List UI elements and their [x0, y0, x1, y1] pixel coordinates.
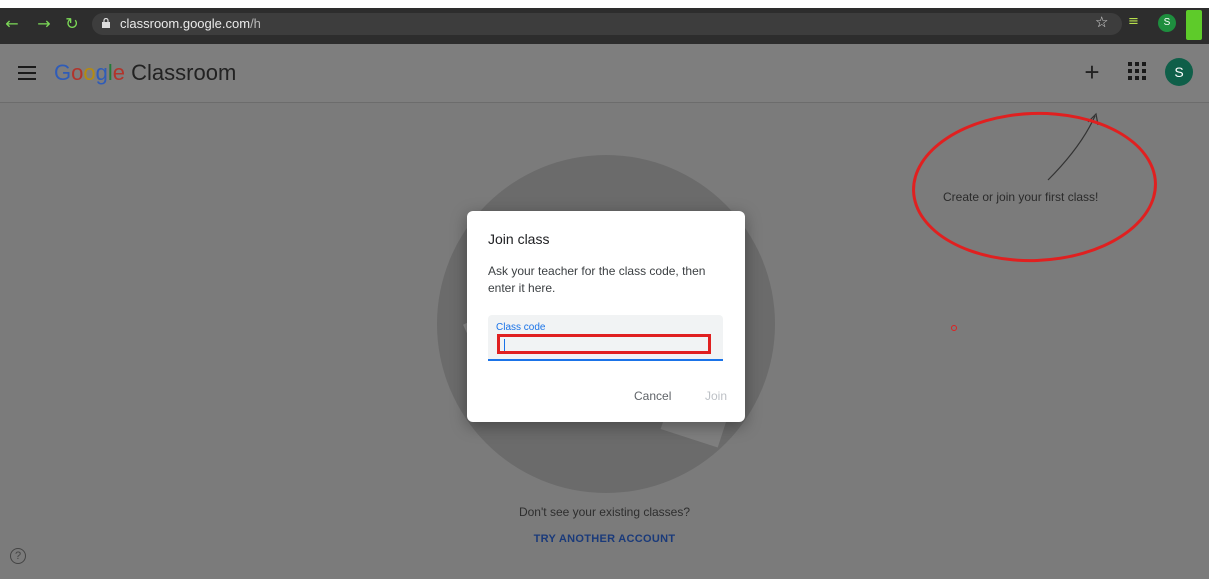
text-caret: [504, 339, 505, 351]
window-top-strip: [0, 0, 1209, 8]
account-avatar[interactable]: S: [1165, 58, 1193, 86]
help-icon[interactable]: ?: [10, 548, 26, 564]
forward-arrow-icon[interactable]: →: [36, 16, 52, 32]
logo-product-text: Classroom: [131, 60, 237, 85]
class-code-label: Class code: [496, 322, 546, 333]
dialog-description: Ask your teacher for the class code, the…: [488, 264, 706, 295]
annotation-rectangle: [497, 334, 711, 354]
reload-icon[interactable]: ↻: [64, 16, 80, 32]
join-class-dialog: Join class Ask your teacher for the clas…: [467, 211, 745, 422]
google-classroom-logo[interactable]: Google Classroom: [54, 61, 236, 85]
extension-icon[interactable]: ≡: [1128, 15, 1142, 28]
hamburger-menu-icon[interactable]: [18, 66, 36, 80]
back-arrow-icon[interactable]: ←: [4, 16, 20, 32]
lock-icon: [102, 18, 110, 28]
url-text: classroom.google.com/h: [120, 16, 261, 31]
logo-google-text: Google: [54, 60, 126, 85]
cancel-button[interactable]: Cancel: [634, 389, 671, 403]
browser-profile-avatar[interactable]: S: [1158, 14, 1176, 32]
browser-toolbar: ← → ↻ classroom.google.com/h ☆ ≡ S: [0, 0, 1209, 44]
bookmark-star-icon[interactable]: ☆: [1095, 15, 1108, 30]
google-apps-grid-icon[interactable]: [1128, 62, 1146, 80]
existing-classes-question: Don't see your existing classes?: [518, 505, 691, 519]
create-join-plus-button[interactable]: +: [1080, 59, 1104, 85]
browser-menu-button[interactable]: [1186, 10, 1202, 40]
dialog-title: Join class: [488, 231, 550, 247]
address-bar[interactable]: classroom.google.com/h: [92, 13, 1122, 35]
annotation-dot: [951, 325, 957, 331]
app-header: Google Classroom + S: [0, 44, 1209, 103]
try-another-account-link[interactable]: TRY ANOTHER ACCOUNT: [0, 532, 1209, 546]
join-button[interactable]: Join: [705, 389, 727, 403]
